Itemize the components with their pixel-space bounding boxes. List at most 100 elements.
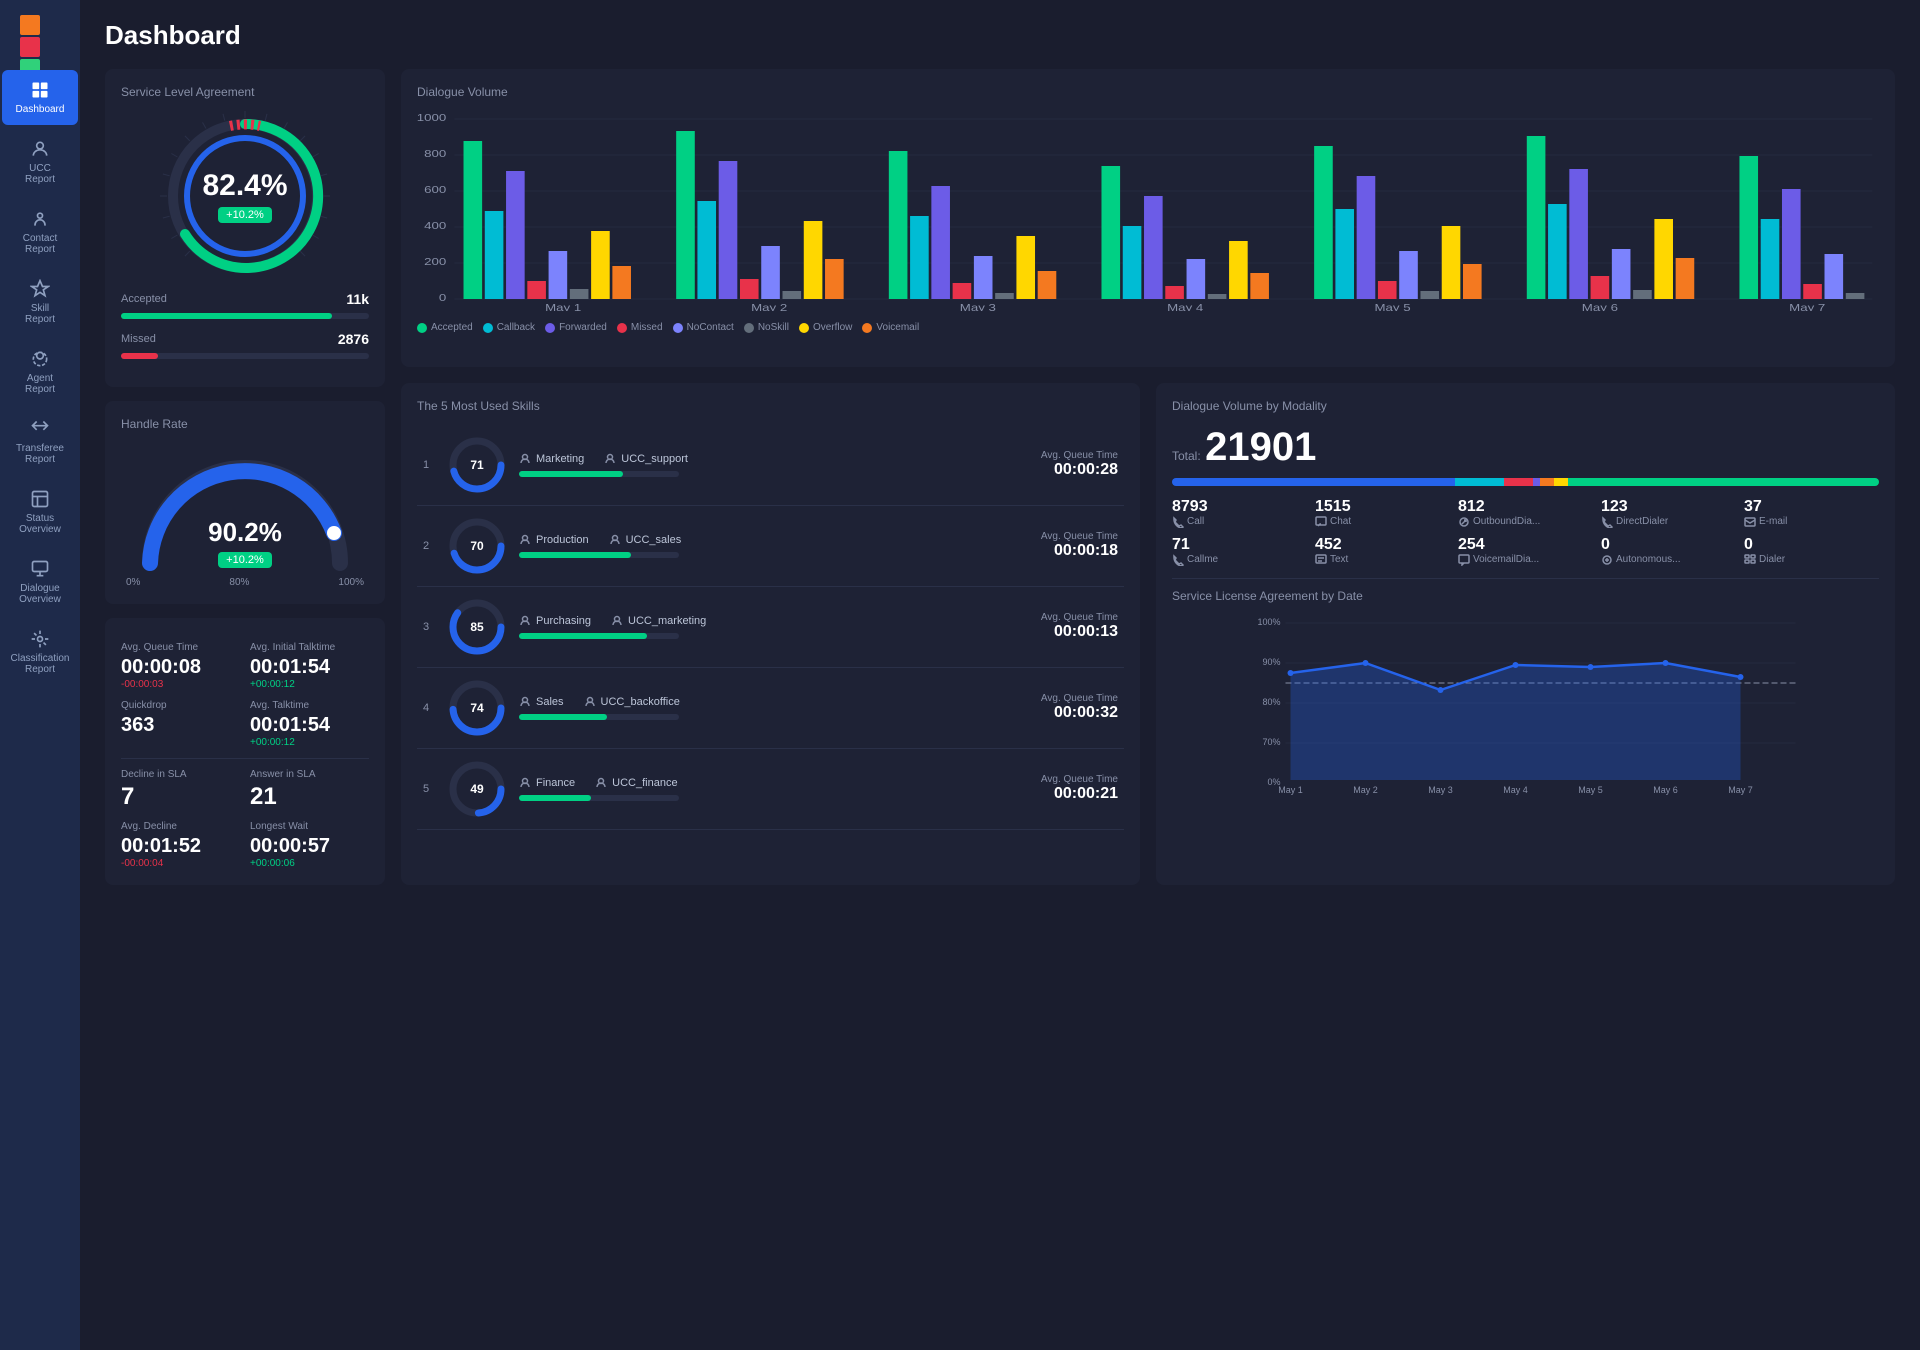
sidebar-item-status-overview[interactable]: StatusOverview: [2, 479, 78, 545]
modality-bar-callme: [1554, 478, 1568, 486]
stats-divider: [121, 758, 369, 759]
modality-chat-label: Chat: [1315, 516, 1450, 528]
legend-accepted: Accepted: [417, 322, 473, 333]
legend-missed: Missed: [617, 322, 663, 333]
svg-text:1000: 1000: [417, 112, 447, 123]
legend-noskill: NoSkill: [744, 322, 789, 333]
missed-progress-fill: [121, 353, 158, 359]
avg-stats-grid: Avg. Queue Time 00:00:08 -00:00:03 Avg. …: [121, 642, 369, 748]
sidebar-item-dashboard[interactable]: Dashboard: [2, 70, 78, 125]
skill-queue-label-4: Avg. Queue Time: [1041, 693, 1118, 704]
legend-label-overflow: Overflow: [813, 322, 852, 333]
modality-text: 452 Text: [1315, 536, 1450, 566]
modality-call: 8793 Call: [1172, 498, 1307, 528]
skill-queue-value-3: 00:00:13: [1041, 623, 1118, 641]
svg-text:May 5: May 5: [1578, 785, 1603, 795]
svg-text:May 2: May 2: [1353, 785, 1378, 795]
skill-bar-bg-1: [519, 471, 679, 477]
skill-queue-2: Avg. Queue Time 00:00:18: [1041, 531, 1118, 560]
skill-row-4: 4 74 Sales: [417, 668, 1124, 749]
legend-label-callback: Callback: [497, 322, 535, 333]
accepted-progress-fill: [121, 313, 332, 319]
modality-bar-email: [1540, 478, 1554, 486]
modality-title: Dialogue Volume by Modality: [1172, 399, 1879, 413]
legend-dot-voicemail: [862, 323, 872, 333]
sidebar-label-classification: ClassificationReport: [11, 653, 70, 675]
handle-max-label: 100%: [338, 577, 364, 588]
modality-email: 37 E-mail: [1744, 498, 1879, 528]
sidebar-item-contact-report[interactable]: ContactReport: [2, 199, 78, 265]
skill-info-1: Marketing UCC_support: [519, 453, 1029, 477]
skill-donut-2: 70: [447, 516, 507, 576]
modality-bar-outbound: [1504, 478, 1532, 486]
legend-dot-noskill: [744, 323, 754, 333]
sidebar-item-classification-report[interactable]: ClassificationReport: [2, 619, 78, 685]
legend-nocontact: NoContact: [673, 322, 734, 333]
sidebar: Dashboard UCCReport ContactReport SkillR…: [0, 0, 80, 1350]
avg-queue-time-value: 00:00:08: [121, 656, 240, 679]
sla-panel: Service Level Agreement: [105, 69, 385, 387]
dialogue-volume-title: Dialogue Volume: [417, 85, 1879, 99]
skill-num-3: 3: [423, 621, 435, 633]
legend-label-voicemail: Voicemail: [876, 322, 919, 333]
skill1-name-3: Purchasing: [519, 615, 591, 627]
handle-rate-title: Handle Rate: [121, 417, 369, 431]
accepted-row: Accepted 11k: [121, 291, 369, 307]
sidebar-item-agent-report[interactable]: AgentReport: [2, 339, 78, 405]
quickdrop-label: Quickdrop: [121, 700, 240, 711]
agent-report-icon: [30, 349, 50, 369]
longest-wait-box: Longest Wait 00:00:57 +00:00:06: [250, 821, 369, 869]
legend-label-nocontact: NoContact: [687, 322, 734, 333]
svg-text:May 5: May 5: [1374, 302, 1411, 311]
skill-bar-bg-2: [519, 552, 679, 558]
svg-text:200: 200: [424, 256, 447, 267]
skill1-name-5: Finance: [519, 777, 575, 789]
dashboard-icon: [30, 80, 50, 100]
svg-text:70%: 70%: [1262, 737, 1280, 747]
skill-info-5: Finance UCC_finance: [519, 777, 1029, 801]
modality-auto-value: 0: [1601, 536, 1736, 554]
modality-total-value: 21901: [1205, 425, 1316, 469]
sidebar-label-transferee: TransfereeReport: [16, 443, 64, 465]
right-divider: [1172, 578, 1879, 579]
sidebar-item-ucc-report[interactable]: UCCReport: [2, 129, 78, 195]
stats-panel: Avg. Queue Time 00:00:08 -00:00:03 Avg. …: [105, 618, 385, 885]
svg-text:600: 600: [424, 184, 447, 195]
left-column: Service Level Agreement: [105, 69, 385, 885]
skills-panel: The 5 Most Used Skills 1 71 Marketing: [401, 383, 1140, 885]
skill-names-2: Production UCC_sales: [519, 534, 1029, 546]
legend-label-accepted: Accepted: [431, 322, 473, 333]
skill-bar-fill-5: [519, 795, 591, 801]
svg-text:90%: 90%: [1262, 657, 1280, 667]
sla-by-date-chart: 100% 90% 80% 70% 0%: [1172, 615, 1879, 795]
modality-dialer: 0 Dialer: [1744, 536, 1879, 566]
skill-pct-3: 85: [470, 620, 483, 634]
avg-initial-talktime-box: Avg. Initial Talktime 00:01:54 +00:00:12: [250, 642, 369, 690]
modality-auto: 0 Autonomous...: [1601, 536, 1736, 566]
skill2-name-4: UCC_backoffice: [584, 696, 680, 708]
status-overview-icon: [30, 489, 50, 509]
sla-title: Service Level Agreement: [121, 85, 369, 99]
skill2-name-1: UCC_support: [604, 453, 688, 465]
longest-wait-value: 00:00:57: [250, 835, 369, 858]
modality-call-label: Call: [1172, 516, 1307, 528]
skill-row-1: 1 71 Marketing: [417, 425, 1124, 506]
svg-text:May 2: May 2: [751, 302, 787, 311]
modality-bar-call: [1172, 478, 1455, 486]
sidebar-item-dialogue-overview[interactable]: DialogueOverview: [2, 549, 78, 615]
sidebar-item-transferee-report[interactable]: TransfereeReport: [2, 409, 78, 475]
modality-chat: 1515 Chat: [1315, 498, 1450, 528]
quickdrop-value: 363: [121, 714, 240, 737]
dialogue-legend: Accepted Callback Forwarded Missed: [417, 322, 1879, 333]
sidebar-item-skill-report[interactable]: SkillReport: [2, 269, 78, 335]
svg-text:May 3: May 3: [960, 302, 997, 311]
missed-progress-bg: [121, 353, 369, 359]
skill-num-4: 4: [423, 702, 435, 714]
legend-label-noskill: NoSkill: [758, 322, 789, 333]
modality-grid: 8793 Call 1515 Chat 812: [1172, 498, 1879, 566]
svg-text:100%: 100%: [1257, 617, 1280, 627]
accepted-label: Accepted: [121, 293, 167, 305]
skill-pct-5: 49: [470, 782, 483, 796]
sidebar-label-dialogue: DialogueOverview: [19, 583, 61, 605]
modality-chat-value: 1515: [1315, 498, 1450, 516]
